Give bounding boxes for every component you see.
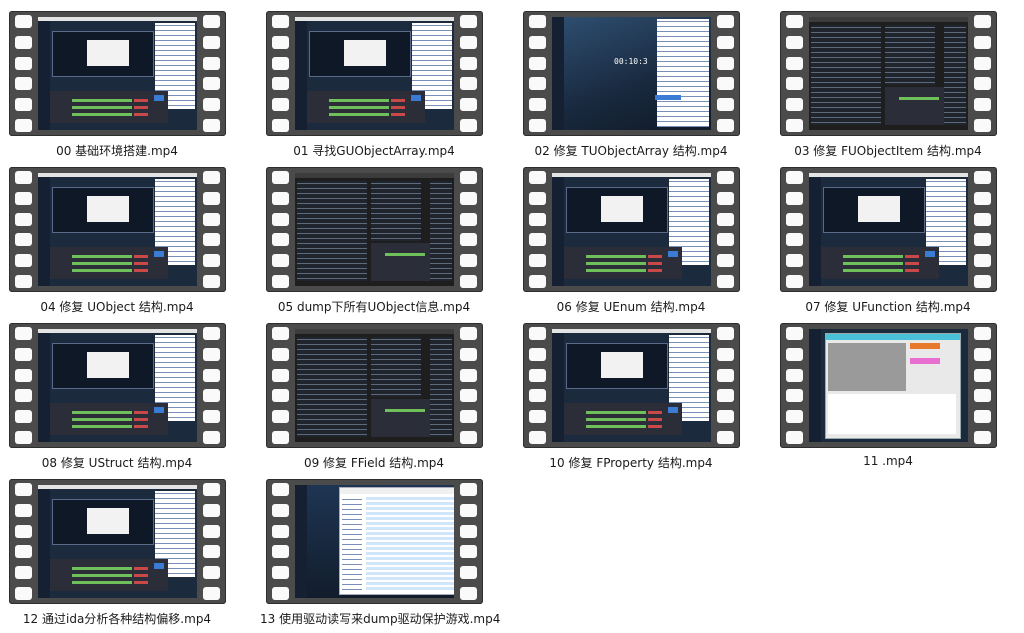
film-strip-holes	[786, 15, 803, 132]
video-thumbnail[interactable]	[523, 323, 740, 448]
video-filename[interactable]: 13 使用驱动读写来dump驱动保护游戏.mp4	[260, 610, 500, 627]
thumbnail-frame: 00:10:3	[552, 17, 711, 130]
video-item[interactable]: 13 使用驱动读写来dump驱动保护游戏.mp4	[260, 479, 500, 631]
video-item[interactable]: 04 修复 UObject 结构.mp4	[3, 167, 231, 319]
film-strip-holes	[203, 327, 220, 444]
film-strip-holes	[717, 171, 734, 288]
film-strip-holes	[974, 171, 991, 288]
film-strip-holes	[529, 327, 546, 444]
film-strip-holes	[717, 327, 734, 444]
thumbnail-frame	[552, 329, 711, 442]
video-filename[interactable]: 00 基础环境搭建.mp4	[3, 142, 231, 159]
film-strip-holes	[717, 15, 734, 132]
film-strip-holes	[786, 171, 803, 288]
video-item[interactable]: 05 dump下所有UObject信息.mp4	[260, 167, 488, 319]
timestamp-overlay: 00:10:3	[614, 57, 648, 66]
video-filename[interactable]: 12 通过ida分析各种结构偏移.mp4	[3, 610, 231, 627]
video-filename[interactable]: 06 修复 UEnum 结构.mp4	[517, 298, 745, 315]
thumbnail-frame	[38, 329, 197, 442]
video-item[interactable]: 06 修复 UEnum 结构.mp4	[517, 167, 745, 319]
thumbnail-frame	[809, 329, 968, 442]
film-strip-holes	[15, 483, 32, 600]
film-strip-holes	[974, 327, 991, 444]
video-item[interactable]: 09 修复 FField 结构.mp4	[260, 323, 488, 475]
video-filename[interactable]: 01 寻找GUObjectArray.mp4	[260, 142, 488, 159]
video-thumbnail[interactable]	[266, 479, 483, 604]
video-item[interactable]: 01 寻找GUObjectArray.mp4	[260, 11, 488, 163]
film-strip-holes	[15, 327, 32, 444]
film-strip-holes	[15, 171, 32, 288]
thumbnail-frame	[295, 329, 454, 442]
thumbnail-frame	[38, 17, 197, 130]
film-strip-holes	[272, 327, 289, 444]
video-filename[interactable]: 10 修复 FProperty 结构.mp4	[517, 454, 745, 471]
video-thumbnail[interactable]	[266, 167, 483, 292]
video-filename[interactable]: 04 修复 UObject 结构.mp4	[3, 298, 231, 315]
video-thumbnail[interactable]	[9, 479, 226, 604]
video-item[interactable]: 11 .mp4	[774, 323, 1002, 475]
film-strip-holes	[460, 171, 477, 288]
video-thumbnail[interactable]	[9, 11, 226, 136]
video-filename[interactable]: 02 修复 TUObjectArray 结构.mp4	[517, 142, 745, 159]
video-thumbnail[interactable]	[780, 323, 997, 448]
video-thumbnail[interactable]: 00:10:3	[523, 11, 740, 136]
video-thumbnail[interactable]	[523, 167, 740, 292]
video-item[interactable]: 00 基础环境搭建.mp4	[3, 11, 231, 163]
film-strip-holes	[203, 483, 220, 600]
video-item[interactable]: 08 修复 UStruct 结构.mp4	[3, 323, 231, 475]
thumbnail-frame	[295, 485, 454, 598]
video-item[interactable]: 10 修复 FProperty 结构.mp4	[517, 323, 745, 475]
film-strip-holes	[460, 15, 477, 132]
video-filename[interactable]: 07 修复 UFunction 结构.mp4	[774, 298, 1002, 315]
thumbnail-frame	[552, 173, 711, 286]
video-thumbnail[interactable]	[9, 323, 226, 448]
video-item[interactable]: 07 修复 UFunction 结构.mp4	[774, 167, 1002, 319]
thumbnail-frame	[38, 485, 197, 598]
film-strip-holes	[272, 171, 289, 288]
film-strip-holes	[203, 171, 220, 288]
video-thumbnail[interactable]	[266, 323, 483, 448]
film-strip-holes	[974, 15, 991, 132]
thumbnail-frame	[809, 173, 968, 286]
film-strip-holes	[203, 15, 220, 132]
video-filename[interactable]: 05 dump下所有UObject信息.mp4	[260, 298, 488, 315]
video-thumbnail[interactable]	[780, 167, 997, 292]
video-filename[interactable]: 09 修复 FField 结构.mp4	[260, 454, 488, 471]
video-filename[interactable]: 03 修复 FUObjectItem 结构.mp4	[774, 142, 1002, 159]
film-strip-holes	[272, 15, 289, 132]
film-strip-holes	[460, 483, 477, 600]
thumbnail-frame	[295, 173, 454, 286]
video-filename[interactable]: 08 修复 UStruct 结构.mp4	[3, 454, 231, 471]
video-item[interactable]: 03 修复 FUObjectItem 结构.mp4	[774, 11, 1002, 163]
thumbnail-frame	[295, 17, 454, 130]
thumbnail-frame	[809, 17, 968, 130]
film-strip-holes	[529, 171, 546, 288]
film-strip-holes	[460, 327, 477, 444]
film-strip-holes	[15, 15, 32, 132]
thumbnail-frame	[38, 173, 197, 286]
film-strip-holes	[786, 327, 803, 444]
video-thumbnail[interactable]	[780, 11, 997, 136]
video-item[interactable]: 12 通过ida分析各种结构偏移.mp4	[3, 479, 231, 631]
video-thumbnail[interactable]	[266, 11, 483, 136]
film-strip-holes	[272, 483, 289, 600]
film-strip-holes	[529, 15, 546, 132]
video-thumbnail[interactable]	[9, 167, 226, 292]
video-item[interactable]: 00:10:3 02 修复 TUObjectArray 结构.mp4	[517, 11, 745, 163]
video-filename[interactable]: 11 .mp4	[774, 454, 1002, 468]
